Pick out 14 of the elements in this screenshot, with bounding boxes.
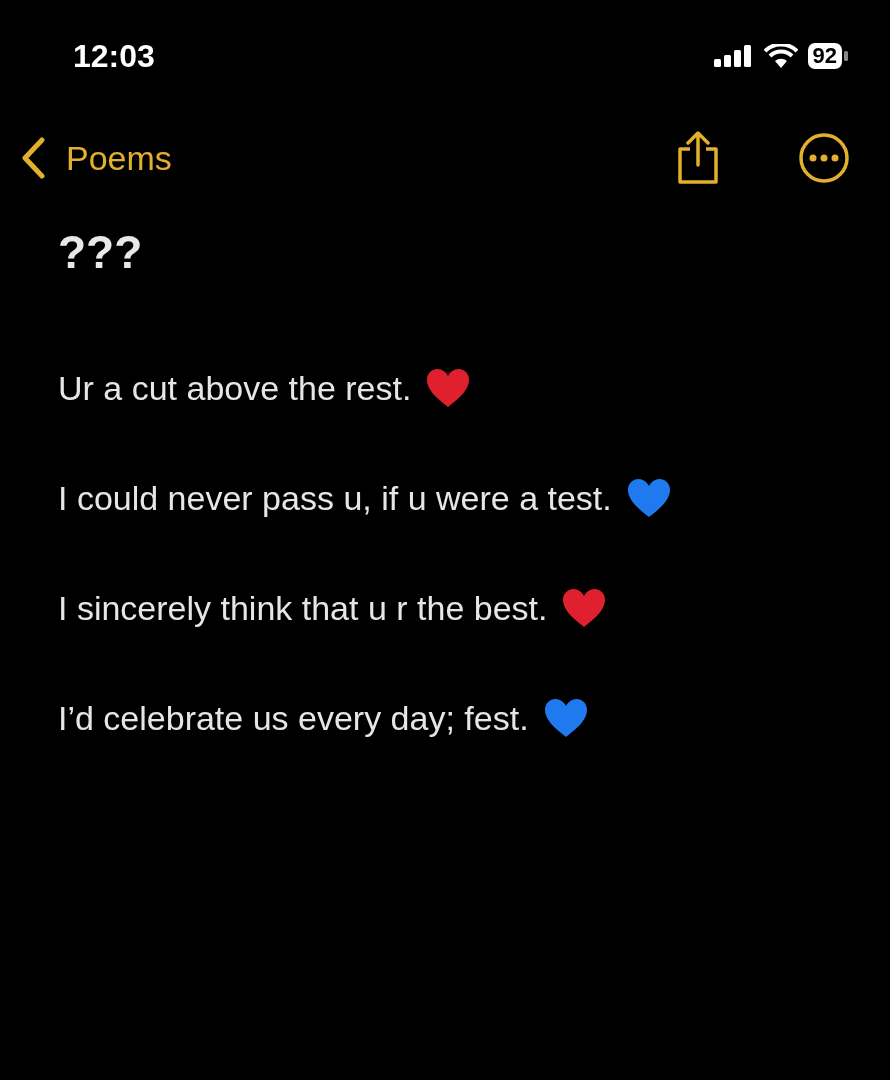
note-title: ???: [58, 225, 144, 280]
battery-cap-icon: [844, 51, 848, 61]
battery-level-text: 92: [807, 43, 842, 69]
note-line: Ur a cut above the rest.: [58, 367, 412, 409]
status-time: 12:03: [73, 37, 155, 76]
share-icon[interactable]: [676, 131, 720, 185]
signal-icon: [713, 45, 754, 67]
note-line: I’d celebrate us every day; fest.: [58, 697, 529, 739]
more-icon[interactable]: [798, 132, 850, 184]
back-chevron-icon: [20, 137, 46, 179]
back-button[interactable]: Poems: [20, 132, 172, 184]
note-line: I sincerely think that u r the best.: [58, 587, 548, 629]
wifi-icon: [763, 44, 798, 68]
note-line: I could never pass u, if u were a test.: [58, 477, 612, 519]
